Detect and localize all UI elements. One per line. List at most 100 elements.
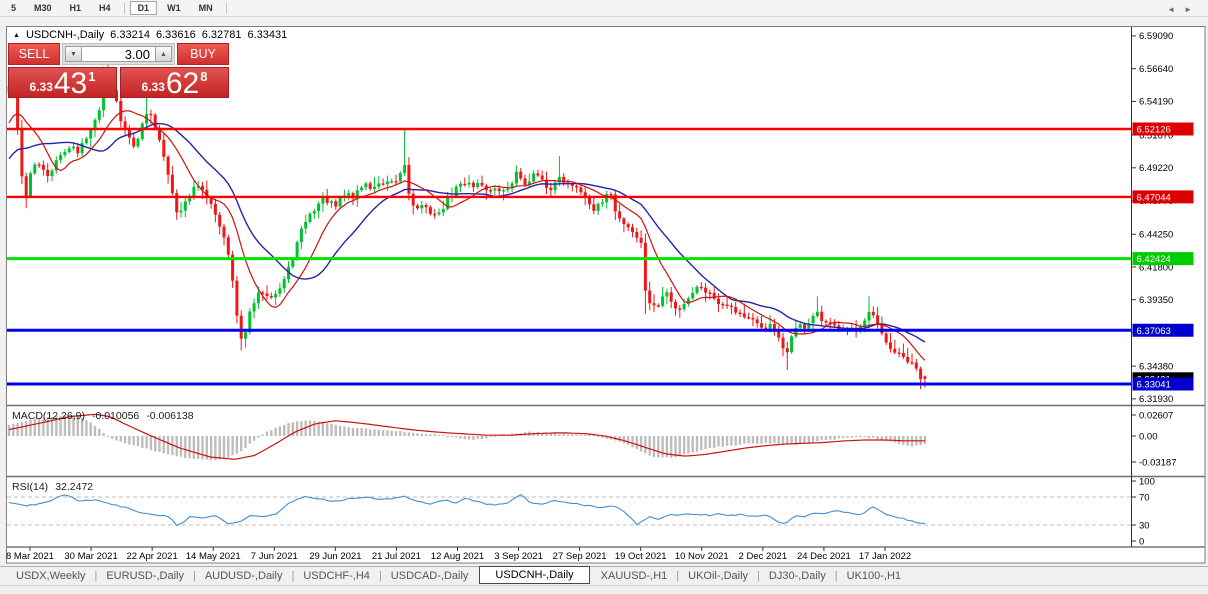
svg-text:24 Dec 2021: 24 Dec 2021 — [797, 551, 851, 562]
spin-up-icon: ▲ — [160, 51, 167, 58]
level-price-label: 6.47044 — [1133, 190, 1194, 203]
svg-text:6.56640: 6.56640 — [1139, 64, 1173, 75]
macd-name: MACD(12,26,9) — [12, 410, 85, 422]
sell-price-prefix: 6.33 — [30, 80, 53, 94]
ohlc-open: 6.33214 — [110, 29, 150, 41]
svg-text:6.54190: 6.54190 — [1139, 97, 1173, 108]
tab-separator: | — [676, 570, 679, 582]
svg-text:8 Mar 2021: 8 Mar 2021 — [6, 551, 54, 562]
macd-value-1: -0.010056 — [92, 410, 139, 422]
svg-text:0.02607: 0.02607 — [1139, 410, 1173, 421]
svg-text:22 Apr 2021: 22 Apr 2021 — [127, 551, 178, 562]
macd-pane-label: MACD(12,26,9) -0.010056 -0.006138 — [12, 410, 194, 422]
svg-text:30 Mar 2021: 30 Mar 2021 — [64, 551, 117, 562]
svg-text:10 Nov 2021: 10 Nov 2021 — [675, 551, 729, 562]
symbol-period-label: USDCNH-,Daily — [26, 29, 104, 41]
toolbar-separator — [124, 3, 125, 14]
timeframe-toolbar: 5M30H1H4 D1W1MN — [0, 0, 1208, 17]
svg-text:6.47044: 6.47044 — [1137, 192, 1171, 203]
chart-tab-bar: USDX,Weekly | EURUSD-,Daily | AUDUSD-,Daily |… — [0, 566, 1208, 586]
svg-text:27 Sep 2021: 27 Sep 2021 — [553, 551, 607, 562]
toolbar-separator — [226, 3, 227, 14]
buy-button[interactable]: BUY — [177, 43, 229, 65]
ohlc-high: 6.33616 — [156, 29, 196, 41]
timeframe-button-w1[interactable]: W1 — [159, 1, 189, 15]
volume-decrease-button[interactable]: ▼ — [65, 46, 82, 62]
mt4-window: { "toolbar": { "timeframes": ["5","M30",… — [0, 0, 1208, 594]
buy-price-display[interactable]: 6.33 62 8 — [120, 67, 229, 98]
svg-text:3 Sep 2021: 3 Sep 2021 — [494, 551, 543, 562]
svg-text:6.42424: 6.42424 — [1137, 254, 1171, 265]
svg-text:6.31930: 6.31930 — [1139, 394, 1173, 405]
ohlc-close: 6.33431 — [247, 29, 287, 41]
svg-text:6.34380: 6.34380 — [1139, 361, 1173, 372]
timeframe-button-h1[interactable]: H1 — [62, 1, 90, 15]
svg-text:17 Jan 2022: 17 Jan 2022 — [859, 551, 911, 562]
timeframe-button-5[interactable]: 5 — [3, 1, 24, 15]
svg-text:6.59090: 6.59090 — [1139, 31, 1173, 42]
level-price-label: 6.42424 — [1133, 252, 1194, 265]
chart-title: ▲ USDCNH-,Daily 6.33214 6.33616 6.32781 … — [13, 29, 287, 41]
svg-text:6.39350: 6.39350 — [1139, 295, 1173, 306]
chart-tab-audusd-daily[interactable]: AUDUSD-,Daily — [201, 570, 287, 582]
tab-separator: | — [94, 570, 97, 582]
level-price-label: 6.37063 — [1133, 324, 1194, 337]
timeframe-button-d1[interactable]: D1 — [130, 1, 158, 15]
spin-down-icon: ▼ — [70, 51, 77, 58]
tab-scroll-right-button[interactable]: ► — [1184, 5, 1192, 14]
svg-text:21 Jul 2021: 21 Jul 2021 — [372, 551, 421, 562]
ohlc-low: 6.32781 — [202, 29, 242, 41]
chart-tab-usdx-weekly[interactable]: USDX,Weekly — [12, 570, 89, 582]
macd-value-2: -0.006138 — [146, 410, 193, 422]
tab-separator: | — [757, 570, 760, 582]
one-click-trade-panel: SELL ▼ 3.00 ▲ BUY 6.33 43 1 6.33 62 8 — [8, 43, 229, 98]
timeframe-button-mn[interactable]: MN — [191, 1, 221, 15]
tab-separator: | — [835, 570, 838, 582]
tab-separator: | — [291, 570, 294, 582]
svg-text:6.33041: 6.33041 — [1137, 380, 1171, 391]
svg-text:12 Aug 2021: 12 Aug 2021 — [431, 551, 484, 562]
chart-tab-xauusd-h1[interactable]: XAUUSD-,H1 — [597, 570, 672, 582]
svg-text:7 Jun 2021: 7 Jun 2021 — [251, 551, 298, 562]
volume-increase-button[interactable]: ▲ — [155, 46, 172, 62]
tab-separator: | — [379, 570, 382, 582]
rsi-name: RSI(14) — [12, 481, 48, 493]
svg-text:6.44250: 6.44250 — [1139, 230, 1173, 241]
chart-tab-dj30-daily[interactable]: DJ30-,Daily — [765, 570, 830, 582]
tab-separator: | — [193, 570, 196, 582]
sell-button[interactable]: SELL — [8, 43, 60, 65]
chart-tab-usdchf-h4[interactable]: USDCHF-,H4 — [299, 570, 374, 582]
sell-price-display[interactable]: 6.33 43 1 — [8, 67, 117, 98]
collapse-trade-panel-icon[interactable]: ▲ — [13, 32, 20, 39]
chart-tab-uk100-h1[interactable]: UK100-,H1 — [843, 570, 905, 582]
timeframe-button-m30[interactable]: M30 — [26, 1, 60, 15]
svg-text:6.37063: 6.37063 — [1137, 326, 1171, 337]
svg-text:2 Dec 2021: 2 Dec 2021 — [739, 551, 788, 562]
rsi-pane-label: RSI(14) 32.2472 — [12, 481, 93, 493]
tab-scroll-left-button[interactable]: ◄ — [1167, 5, 1175, 14]
svg-text:0.00: 0.00 — [1139, 431, 1158, 442]
sell-price-pip: 1 — [88, 69, 95, 84]
chart-tab-ukoil-daily[interactable]: UKOil-,Daily — [684, 570, 752, 582]
chart-tab-usdcad-daily[interactable]: USDCAD-,Daily — [387, 570, 473, 582]
buy-price-prefix: 6.33 — [142, 80, 165, 94]
tab-scroll-arrows: ◄ ► — [1167, 5, 1192, 14]
volume-input[interactable]: 3.00 — [82, 46, 155, 62]
buy-price-pip: 8 — [200, 69, 207, 84]
timeframe-button-h4[interactable]: H4 — [91, 1, 119, 15]
chart-tab-eurusd-daily[interactable]: EURUSD-,Daily — [102, 570, 188, 582]
svg-text:29 Jun 2021: 29 Jun 2021 — [309, 551, 361, 562]
volume-control: ▼ 3.00 ▲ — [62, 43, 175, 65]
sell-price-big: 43 — [54, 70, 87, 97]
svg-text:6.52126: 6.52126 — [1137, 125, 1171, 136]
chart-tab-usdcnh-daily[interactable]: USDCNH-,Daily — [479, 566, 589, 584]
svg-text:0: 0 — [1139, 536, 1144, 547]
level-price-label: 6.33041 — [1133, 378, 1194, 391]
svg-text:14 May 2021: 14 May 2021 — [186, 551, 241, 562]
level-price-label: 6.52126 — [1133, 122, 1194, 135]
svg-text:30: 30 — [1139, 520, 1150, 531]
svg-text:70: 70 — [1139, 492, 1150, 503]
buy-price-big: 62 — [166, 70, 199, 97]
svg-text:19 Oct 2021: 19 Oct 2021 — [615, 551, 667, 562]
svg-text:6.49220: 6.49220 — [1139, 163, 1173, 174]
